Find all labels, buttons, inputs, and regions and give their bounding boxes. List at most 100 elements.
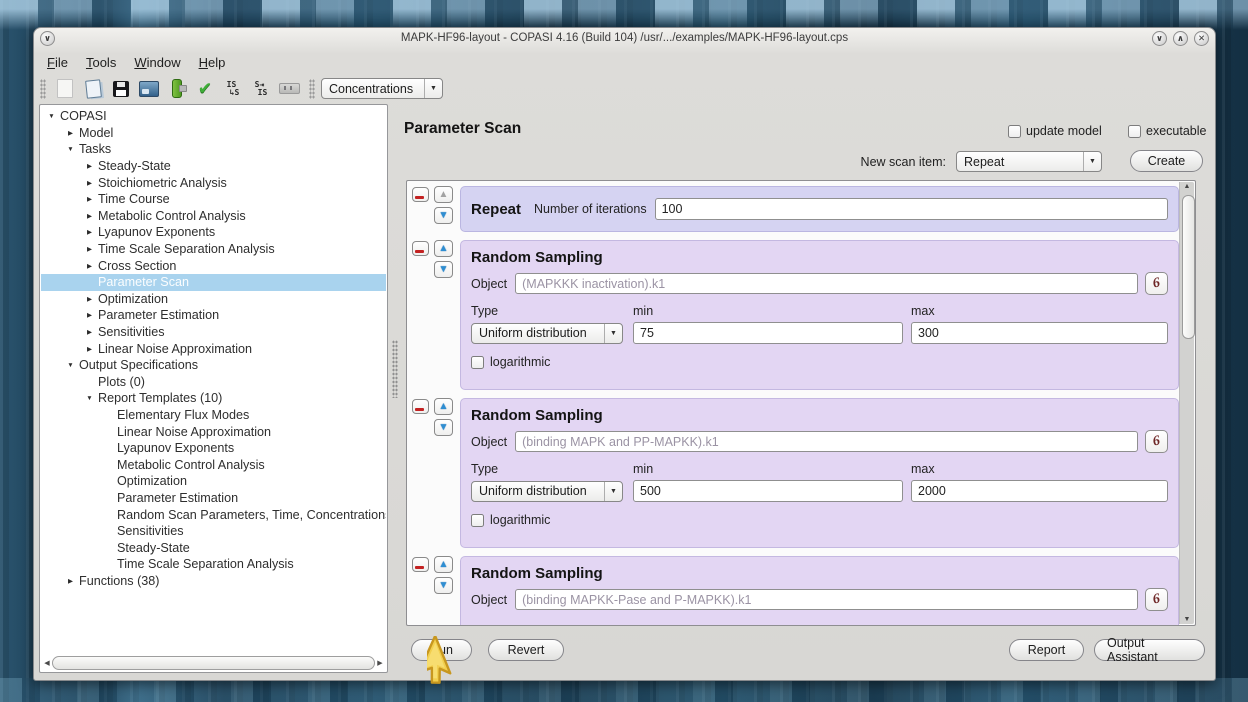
tree-item-optimization[interactable]: Optimization: [41, 473, 386, 490]
logarithmic-checkbox[interactable]: [471, 356, 484, 369]
select-object-button[interactable]: 6: [1145, 272, 1168, 295]
collapsed-arrow-icon[interactable]: ▶: [84, 295, 95, 303]
close-button[interactable]: ✕: [1194, 31, 1209, 46]
tree-item-random-scan-parameters-time-concentrations[interactable]: Random Scan Parameters, Time, Concentrat…: [41, 506, 386, 523]
tree-horizontal-scrollbar[interactable]: ◀ ▶: [42, 656, 385, 670]
menu-window[interactable]: Window: [125, 52, 189, 73]
chevron-down-icon[interactable]: ▼: [1083, 152, 1101, 171]
tree-item-steady-state[interactable]: Steady-State: [41, 539, 386, 556]
move-up-button[interactable]: ▲: [434, 398, 453, 415]
tree-item-metabolic-control-analysis[interactable]: ▶Metabolic Control Analysis: [41, 208, 386, 225]
tree-item-steady-state[interactable]: ▶Steady-State: [41, 158, 386, 175]
max-input[interactable]: [911, 322, 1168, 344]
tree-item-plots-0[interactable]: Plots (0): [41, 374, 386, 391]
menu-tools[interactable]: Tools: [77, 52, 125, 73]
tree-item-time-course[interactable]: ▶Time Course: [41, 191, 386, 208]
create-button[interactable]: Create: [1130, 150, 1203, 172]
tree-item-linear-noise-approximation[interactable]: ▶Linear Noise Approximation: [41, 340, 386, 357]
executable-checkbox[interactable]: [1128, 125, 1141, 138]
horizontal-scroll-thumb[interactable]: [52, 656, 375, 670]
scroll-left-icon[interactable]: ◀: [42, 659, 52, 667]
select-object-button[interactable]: 6: [1145, 588, 1168, 611]
collapsed-arrow-icon[interactable]: ▶: [84, 311, 95, 319]
run-button[interactable]: Run: [411, 639, 472, 661]
vertical-scroll-thumb[interactable]: [1182, 195, 1195, 339]
update-model-checkbox[interactable]: [1008, 125, 1021, 138]
slider-icon[interactable]: [277, 78, 301, 100]
collapsed-arrow-icon[interactable]: ▶: [84, 228, 95, 236]
window-menu-button[interactable]: ∨: [40, 31, 55, 46]
save-icon[interactable]: [109, 78, 133, 100]
collapsed-arrow-icon[interactable]: ▶: [84, 262, 95, 270]
panel-splitter-handle[interactable]: [392, 340, 398, 398]
remove-item-button[interactable]: [412, 187, 429, 202]
scan-vertical-scrollbar[interactable]: ▲ ▼: [1179, 182, 1194, 624]
collapsed-arrow-icon[interactable]: ▶: [84, 195, 95, 203]
tree-item-linear-noise-approximation[interactable]: Linear Noise Approximation: [41, 423, 386, 440]
capture-image-icon[interactable]: [137, 78, 161, 100]
tree-item-sensitivities[interactable]: ▶Sensitivities: [41, 324, 386, 341]
expanded-arrow-icon[interactable]: ▼: [46, 113, 57, 120]
distribution-dropdown[interactable]: Uniform distribution ▼: [471, 481, 623, 502]
move-down-button[interactable]: ▼: [434, 577, 453, 594]
chevron-down-icon[interactable]: ▼: [604, 324, 622, 343]
collapsed-arrow-icon[interactable]: ▶: [84, 179, 95, 187]
title-bar[interactable]: ∨ MAPK-HF96-layout - COPASI 4.16 (Build …: [34, 28, 1215, 50]
object-field[interactable]: [515, 589, 1138, 610]
collapsed-arrow-icon[interactable]: ▶: [65, 129, 76, 137]
chevron-down-icon[interactable]: ▼: [424, 79, 442, 98]
menu-file[interactable]: File: [38, 52, 77, 73]
view-selector-dropdown[interactable]: Concentrations ▼: [321, 78, 443, 99]
report-button[interactable]: Report: [1009, 639, 1084, 661]
logarithmic-checkbox[interactable]: [471, 514, 484, 527]
toolbar-drag-handle[interactable]: [40, 79, 46, 99]
minimize-button[interactable]: ∨: [1152, 31, 1167, 46]
expanded-arrow-icon[interactable]: ▼: [84, 395, 95, 402]
convert-s-to-is-icon[interactable]: S⇥ IS: [249, 78, 273, 100]
new-scan-item-dropdown[interactable]: Repeat ▼: [956, 151, 1102, 172]
expanded-arrow-icon[interactable]: ▼: [65, 362, 76, 369]
chevron-down-icon[interactable]: ▼: [604, 482, 622, 501]
convert-is-to-s-icon[interactable]: IS ↳S: [221, 78, 245, 100]
scroll-down-icon[interactable]: ▼: [1180, 616, 1194, 623]
tree-item-stoichiometric-analysis[interactable]: ▶Stoichiometric Analysis: [41, 174, 386, 191]
collapsed-arrow-icon[interactable]: ▶: [84, 328, 95, 336]
tree-item-copasi[interactable]: ▼COPASI: [41, 108, 386, 125]
remove-item-button[interactable]: [412, 241, 429, 256]
iterations-input[interactable]: [655, 198, 1168, 220]
collapsed-arrow-icon[interactable]: ▶: [84, 162, 95, 170]
import-sbml-icon[interactable]: [165, 78, 189, 100]
move-down-button[interactable]: ▼: [434, 419, 453, 436]
tree-item-metabolic-control-analysis[interactable]: Metabolic Control Analysis: [41, 456, 386, 473]
tree-item-parameter-estimation[interactable]: ▶Parameter Estimation: [41, 307, 386, 324]
collapsed-arrow-icon[interactable]: ▶: [84, 212, 95, 220]
max-input[interactable]: [911, 480, 1168, 502]
tree-item-lyapunov-exponents[interactable]: ▶Lyapunov Exponents: [41, 224, 386, 241]
expanded-arrow-icon[interactable]: ▼: [65, 146, 76, 153]
tree-item-time-scale-separation-analysis[interactable]: ▶Time Scale Separation Analysis: [41, 241, 386, 258]
menu-help[interactable]: Help: [190, 52, 235, 73]
tree-item-functions-38[interactable]: ▶Functions (38): [41, 573, 386, 590]
tree-item-lyapunov-exponents[interactable]: Lyapunov Exponents: [41, 440, 386, 457]
scroll-up-icon[interactable]: ▲: [1180, 183, 1194, 190]
tree-item-output-specifications[interactable]: ▼Output Specifications: [41, 357, 386, 374]
move-down-button[interactable]: ▼: [434, 207, 453, 224]
remove-item-button[interactable]: [412, 557, 429, 572]
tree-item-sensitivities[interactable]: Sensitivities: [41, 523, 386, 540]
remove-item-button[interactable]: [412, 399, 429, 414]
collapsed-arrow-icon[interactable]: ▶: [65, 577, 76, 585]
move-down-button[interactable]: ▼: [434, 261, 453, 278]
scroll-right-icon[interactable]: ▶: [375, 659, 385, 667]
move-up-button[interactable]: ▲: [434, 556, 453, 573]
tree-item-parameter-estimation[interactable]: Parameter Estimation: [41, 490, 386, 507]
tree-item-tasks[interactable]: ▼Tasks: [41, 141, 386, 158]
collapsed-arrow-icon[interactable]: ▶: [84, 245, 95, 253]
select-object-button[interactable]: 6: [1145, 430, 1168, 453]
open-file-icon[interactable]: [81, 78, 105, 100]
tree-item-cross-section[interactable]: ▶Cross Section: [41, 257, 386, 274]
tree-item-elementary-flux-modes[interactable]: Elementary Flux Modes: [41, 407, 386, 424]
output-assistant-button[interactable]: Output Assistant: [1094, 639, 1205, 661]
tree-item-report-templates-10[interactable]: ▼Report Templates (10): [41, 390, 386, 407]
tree-item-time-scale-separation-analysis[interactable]: Time Scale Separation Analysis: [41, 556, 386, 573]
maximize-button[interactable]: ∧: [1173, 31, 1188, 46]
